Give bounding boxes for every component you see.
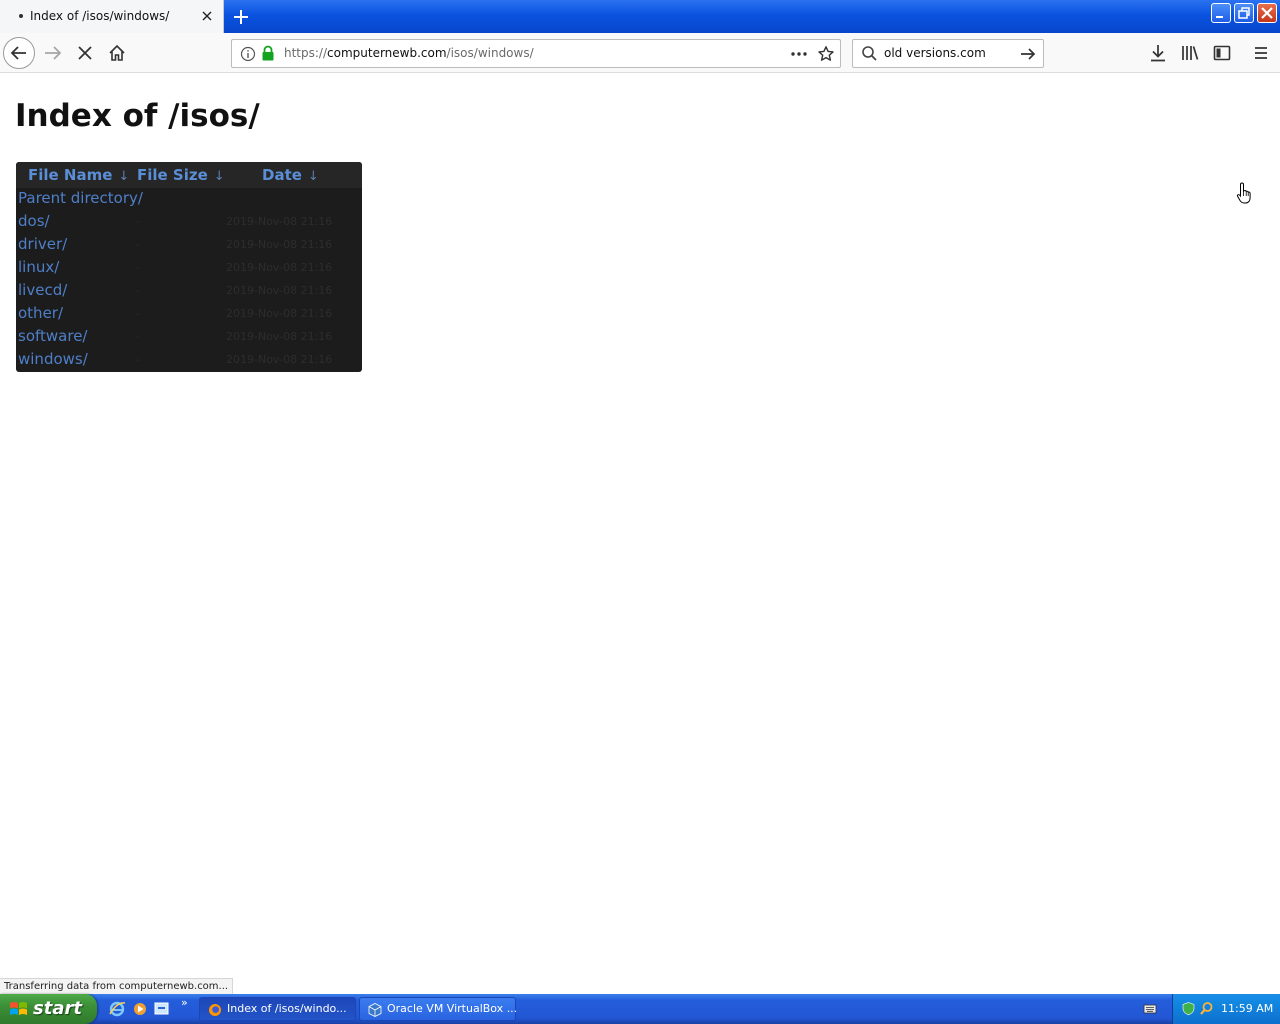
status-text: Transferring data from computernewb.com.… [0,978,234,995]
url-path: /isos/windows/ [446,46,534,60]
directory-link-software[interactable]: software/ [18,327,87,345]
more-icon[interactable] [789,47,809,61]
column-header-label: File Name [28,166,113,184]
directory-link-other[interactable]: other/ [18,304,63,322]
column-header-label: Date [262,166,302,184]
search-icon [862,46,877,61]
directory-link-dos[interactable]: dos/ [18,212,50,230]
tab-title: Index of /isos/windows/ [30,9,170,23]
file-size: - [136,238,140,251]
back-arrow-icon [10,46,26,60]
table-row: windows/ - 2019-Nov-08 21:16 [16,349,362,372]
menu-icon[interactable] [1251,43,1271,63]
file-size: - [136,307,140,320]
file-listing-table: File Name ↓ File Size ↓ Date ↓ Parent direc… [16,162,362,372]
keyboard-icon[interactable] [1143,1002,1157,1016]
search-bar[interactable]: old versions.com [852,39,1044,68]
directory-link-linux[interactable]: linux/ [18,258,59,276]
loading-dot-icon [19,14,23,18]
window-close-icon [1261,7,1273,19]
file-date: 2019-Nov-08 21:16 [226,261,333,274]
directory-link-livecd[interactable]: livecd/ [18,281,67,299]
start-label: start [33,998,82,1019]
library-icon[interactable] [1180,43,1200,63]
network-search-icon[interactable] [1199,1001,1214,1016]
table-row: other/ - 2019-Nov-08 21:16 [16,303,362,326]
close-icon[interactable] [199,8,215,24]
start-button[interactable]: start [0,994,97,1024]
forward-arrow-icon[interactable] [42,43,64,63]
download-icon[interactable] [1148,43,1168,63]
file-date: 2019-Nov-08 21:16 [226,215,333,228]
go-arrow-icon[interactable] [1019,45,1037,63]
sort-arrow-icon: ↓ [118,169,130,184]
sort-arrow-icon: ↓ [213,169,225,184]
taskbar-task-browser[interactable]: Index of /isos/windo... [199,997,356,1021]
url-host: computernewb.com [327,46,447,60]
directory-link-windows[interactable]: windows/ [18,350,88,368]
column-header-label: File Size [137,166,208,184]
parent-directory-link[interactable]: Parent directory/ [18,189,143,207]
file-size: - [136,284,140,297]
sort-arrow-icon: ↓ [307,169,319,184]
taskbar: start » Index of /isos/windo... Oracle V… [0,994,1280,1024]
lock-icon[interactable] [261,45,275,62]
windows-logo-icon [10,1002,27,1015]
star-icon[interactable] [817,45,835,63]
clock: 11:59 AM [1221,1002,1274,1015]
table-row: software/ - 2019-Nov-08 21:16 [16,326,362,349]
file-size: - [136,330,140,343]
internet-explorer-icon[interactable] [108,1000,126,1018]
stop-icon[interactable] [75,43,95,63]
file-date: 2019-Nov-08 21:16 [226,284,333,297]
file-date: 2019-Nov-08 21:16 [226,307,333,320]
minimize-icon [1216,16,1223,18]
minimize-button[interactable] [1211,3,1231,23]
firefox-icon [209,1004,221,1016]
plus-icon[interactable] [231,7,251,27]
table-header: File Name ↓ File Size ↓ Date ↓ [16,162,362,188]
table-row: linux/ - 2019-Nov-08 21:16 [16,257,362,280]
file-size: - [136,261,140,274]
file-date: 2019-Nov-08 21:16 [226,330,333,343]
browser-tab[interactable]: Index of /isos/windows/ [0,0,224,33]
taskbar-task-virtualbox[interactable]: Oracle VM VirtualBox ... [359,997,518,1021]
browser-titlebar: Index of /isos/windows/ [0,0,1280,33]
back-button[interactable] [3,37,35,69]
table-row: driver/ - 2019-Nov-08 21:16 [16,234,362,257]
page-title: Index of /isos/ [15,98,260,134]
search-input[interactable]: old versions.com [884,46,986,60]
url-text[interactable]: https://computernewb.com/isos/windows/ [284,46,534,60]
directory-link-driver[interactable]: driver/ [18,235,67,253]
file-date: 2019-Nov-08 21:16 [226,238,333,251]
column-header-date[interactable]: Date ↓ [262,166,319,184]
hand-cursor-icon [1236,182,1251,204]
url-bar[interactable]: https://computernewb.com/isos/windows/ [231,39,841,68]
browser-navbar: https://computernewb.com/isos/windows/ o… [0,33,1280,73]
file-size: - [136,215,140,228]
table-row: dos/ - 2019-Nov-08 21:16 [16,211,362,234]
url-scheme: https:// [284,46,328,60]
media-player-icon[interactable] [131,1000,149,1018]
system-tray: 11:59 AM [1172,994,1280,1024]
info-icon[interactable] [240,46,256,62]
file-date: 2019-Nov-08 21:16 [226,353,333,366]
restore-icon [1238,7,1250,19]
task-label: Index of /isos/windo... [227,1002,347,1015]
task-label: Oracle VM VirtualBox ... [387,1002,518,1015]
column-header-file-size[interactable]: File Size ↓ [137,166,225,184]
show-desktop-icon[interactable] [153,1000,171,1018]
file-size: - [136,353,140,366]
table-row: livecd/ - 2019-Nov-08 21:16 [16,280,362,303]
security-shield-icon[interactable] [1181,1001,1196,1016]
window-close-button[interactable] [1257,3,1277,23]
home-icon[interactable] [107,43,127,63]
virtualbox-icon [368,1003,382,1017]
column-header-file-name[interactable]: File Name ↓ [28,166,129,184]
sidebar-icon[interactable] [1212,43,1232,63]
quicklaunch-more-icon[interactable]: » [181,996,188,1009]
table-row: Parent directory/ [16,188,362,211]
restore-button[interactable] [1234,3,1254,23]
